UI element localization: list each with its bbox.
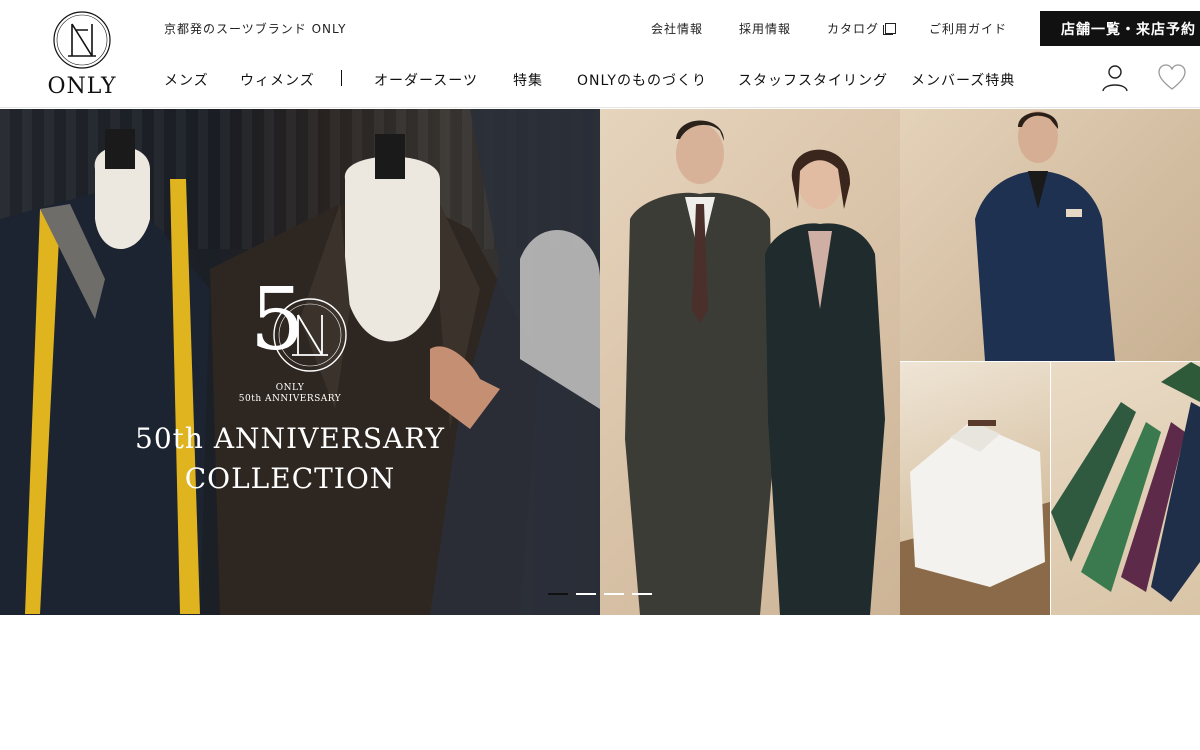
carousel-dot-4[interactable] <box>632 593 652 595</box>
neckties-photo <box>1051 362 1200 602</box>
white-shirt-photo <box>900 420 1050 615</box>
hero-carousel: 5 ONLY 50th ANNIVERSARY 50th ANNIVERSARY… <box>0 109 1200 615</box>
nav-divider <box>341 70 342 86</box>
navy-jacket-photo <box>975 111 1115 361</box>
hero-tile-jacket[interactable] <box>900 109 1200 361</box>
carousel-indicators <box>548 593 652 595</box>
couple-suits-photo <box>625 120 885 615</box>
catalog-label: カタログ <box>827 22 880 36</box>
catalog-link[interactable]: カタログ <box>827 20 897 37</box>
user-guide-link[interactable]: ご利用ガイド <box>929 20 1007 37</box>
external-link-icon <box>883 23 897 35</box>
hero-tile-ties[interactable] <box>1051 362 1200 615</box>
nav-features[interactable]: 特集 <box>513 70 543 90</box>
company-info-link[interactable]: 会社情報 <box>651 20 703 37</box>
recruit-info-label: 採用情報 <box>739 22 792 36</box>
carousel-dot-3[interactable] <box>604 593 624 595</box>
nav-womens[interactable]: ウィメンズ <box>240 70 315 90</box>
company-info-label: 会社情報 <box>651 22 704 36</box>
nav-craftsmanship[interactable]: ONLYのものづくり <box>577 70 707 90</box>
nav-members-benefits[interactable]: メンバーズ特典 <box>911 70 1015 90</box>
anniversary-visual: 5 <box>0 109 600 615</box>
hero-slide-anniversary[interactable]: 5 ONLY 50th ANNIVERSARY 50th ANNIVERSARY… <box>0 109 600 615</box>
recruit-info-link[interactable]: 採用情報 <box>739 20 791 37</box>
nav-mens[interactable]: メンズ <box>164 70 209 90</box>
heart-icon[interactable] <box>1158 64 1186 92</box>
store-list-reservation-button[interactable]: 店舗一覧・来店予約 <box>1040 11 1200 46</box>
nav-staff-styling[interactable]: スタッフスタイリング <box>738 70 888 90</box>
nav-order-suits[interactable]: オーダースーツ <box>374 70 478 90</box>
user-icon[interactable] <box>1102 64 1128 92</box>
site-header: ONLY 京都発のスーツブランド ONLY 会社情報 採用情報 カタログ ご利用… <box>0 0 1200 108</box>
user-guide-label: ご利用ガイド <box>929 22 1008 36</box>
brand-tagline: 京都発のスーツブランド ONLY <box>164 22 347 36</box>
hero-slide-couple[interactable] <box>600 109 900 615</box>
carousel-dot-2[interactable] <box>576 593 596 595</box>
brand-logo[interactable]: ONLY <box>40 10 124 99</box>
hero-tile-shirt[interactable] <box>900 362 1050 615</box>
logo-emblem-icon <box>53 11 111 69</box>
carousel-dot-1[interactable] <box>548 593 568 595</box>
logo-wordmark: ONLY <box>47 74 117 99</box>
